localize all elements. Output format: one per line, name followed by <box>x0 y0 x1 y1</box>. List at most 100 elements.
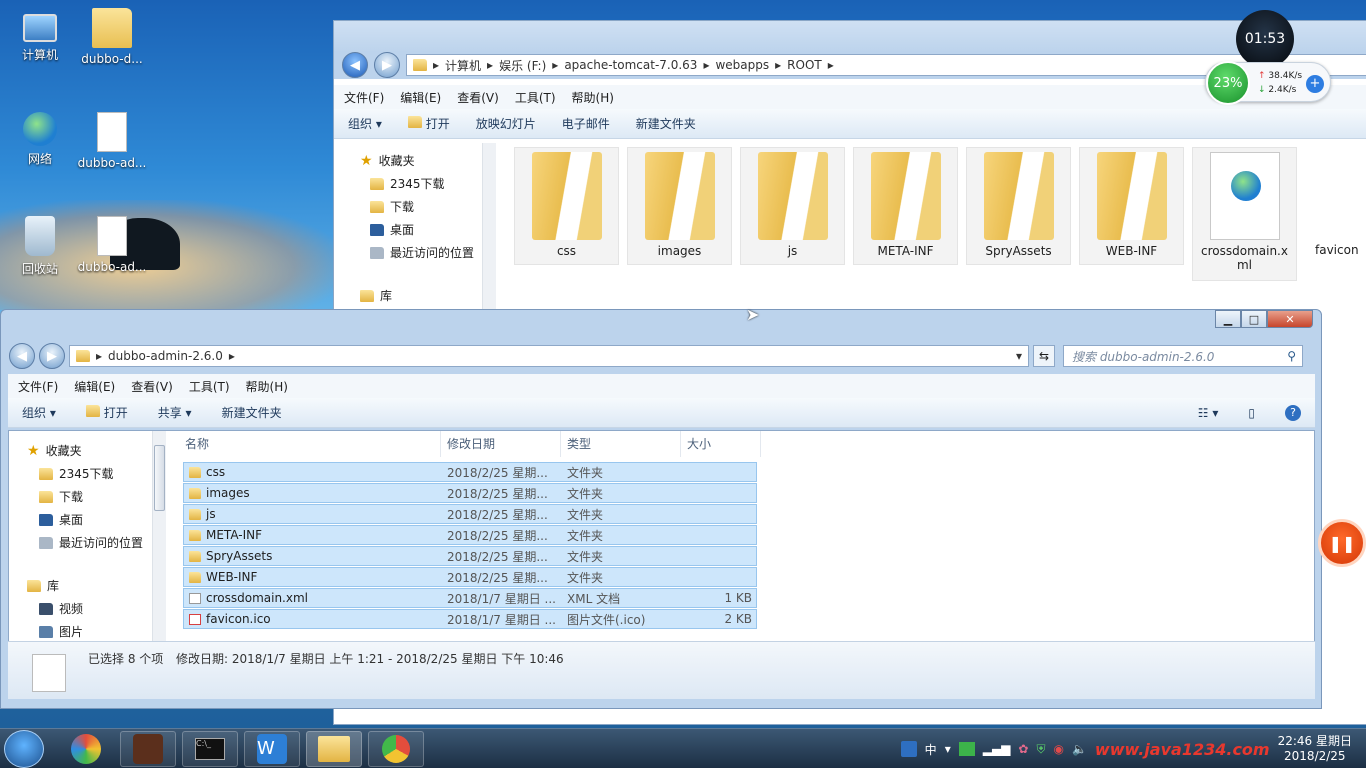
address-bar[interactable]: ▸ dubbo-admin-2.6.0 ▸ ▾ <box>69 345 1029 367</box>
signal-icon[interactable]: ▂▄▆ <box>983 742 1011 756</box>
menu-file[interactable]: 文件(F) <box>344 89 384 106</box>
organize-button[interactable]: 组织 ▾ <box>22 404 56 421</box>
new-folder-button[interactable]: 新建文件夹 <box>636 115 696 132</box>
desktop-icon-network[interactable]: 网络 <box>0 112 80 167</box>
file-row[interactable]: images 2018/2/25 星期... 文件夹 <box>183 483 757 503</box>
nav-recent[interactable]: 最近访问的位置 <box>27 531 155 554</box>
breadcrumb-item[interactable]: webapps <box>715 58 769 72</box>
menu-view[interactable]: 查看(V) <box>457 89 499 106</box>
tile-images[interactable]: images <box>627 147 732 265</box>
desktop-icon-archive[interactable]: dubbo-ad... <box>72 216 152 274</box>
refresh-icon[interactable]: ⇆ <box>1033 345 1055 367</box>
back-button[interactable]: ◀ <box>342 52 368 78</box>
preview-pane-icon[interactable]: ▯ <box>1248 406 1255 420</box>
file-row[interactable]: WEB-INF 2018/2/25 星期... 文件夹 <box>183 567 757 587</box>
taskbar-app-2345[interactable] <box>58 731 114 767</box>
desktop-icon-computer[interactable]: 计算机 <box>0 8 80 63</box>
search-input[interactable]: 搜索 dubbo-admin-2.6.0 ⚲ <box>1063 345 1303 367</box>
nav-downloads[interactable]: 下载 <box>27 485 155 508</box>
network-monitor-widget[interactable]: 23% ↑ 38.4K/s ↓ 2.4K/s + <box>1205 61 1331 105</box>
desktop-icon-file[interactable]: dubbo-ad... <box>72 112 152 170</box>
file-row[interactable]: css 2018/2/25 星期... 文件夹 <box>183 462 757 482</box>
start-button[interactable] <box>4 730 44 768</box>
taskbar-app-wps[interactable]: W <box>244 731 300 767</box>
help-icon[interactable]: ? <box>1285 404 1301 421</box>
column-header-size[interactable]: 大小 <box>681 431 761 457</box>
explorer-window-dubbo-admin[interactable]: ▁ □ ✕ ◀ ▶ ▸ dubbo-admin-2.6.0 ▸ ▾ ⇆ 搜索 d… <box>0 309 1322 709</box>
nav-libraries[interactable]: 库 <box>27 574 155 597</box>
nav-downloads[interactable]: 下载 <box>360 195 496 218</box>
column-header-name[interactable]: 名称 <box>179 431 441 457</box>
nav-videos[interactable]: 视频 <box>27 597 155 620</box>
taskbar-app-cmd[interactable]: C:\_ <box>182 731 238 767</box>
nav-recent[interactable]: 最近访问的位置 <box>360 241 496 264</box>
forward-button[interactable]: ▶ <box>374 52 400 78</box>
tile-crossdomain[interactable]: crossdomain.x ml <box>1192 147 1297 281</box>
tile-favicon[interactable]: favicon <box>1305 147 1365 265</box>
breadcrumb-item[interactable]: ROOT <box>787 58 822 72</box>
menu-tools[interactable]: 工具(T) <box>189 378 230 395</box>
file-row[interactable]: META-INF 2018/2/25 星期... 文件夹 <box>183 525 757 545</box>
tray-app-icon[interactable] <box>958 742 975 756</box>
menu-tools[interactable]: 工具(T) <box>515 89 556 106</box>
minimize-button[interactable]: ▁ <box>1215 310 1241 328</box>
email-button[interactable]: 电子邮件 <box>562 115 610 132</box>
view-options-icon[interactable]: ☷ ▾ <box>1198 406 1219 420</box>
nav-libraries[interactable]: 库 <box>360 284 496 307</box>
close-button[interactable]: ✕ <box>1267 310 1313 328</box>
pause-recording-button[interactable]: ❚❚ <box>1318 519 1366 567</box>
address-dropdown-icon[interactable]: ▾ <box>1016 349 1028 363</box>
file-row[interactable]: favicon.ico 2018/1/7 星期日 ... 图片文件(.ico) 2 K… <box>183 609 757 629</box>
nav-2345-download[interactable]: 2345下载 <box>27 462 155 485</box>
shield-icon[interactable]: ⛨ <box>1036 742 1045 757</box>
breadcrumb-item[interactable]: 计算机 <box>445 57 481 74</box>
scrollbar-thumb[interactable] <box>154 445 165 511</box>
nav-favorites[interactable]: ★ 收藏夹 <box>360 149 496 172</box>
open-button[interactable]: 打开 <box>85 404 128 421</box>
taskbar-app-chrome[interactable] <box>368 731 424 767</box>
menu-help[interactable]: 帮助(H) <box>246 378 288 395</box>
tile-web-inf[interactable]: WEB-INF <box>1079 147 1184 265</box>
back-button[interactable]: ◀ <box>9 343 35 369</box>
file-row[interactable]: SpryAssets 2018/2/25 星期... 文件夹 <box>183 546 757 566</box>
breadcrumb-item[interactable]: 娱乐 (F:) <box>499 57 546 74</box>
search-icon[interactable]: ⚲ <box>1287 349 1296 363</box>
tray-expand-icon[interactable]: ▾ <box>945 742 951 756</box>
input-method-icon[interactable] <box>900 741 917 757</box>
nav-desktop[interactable]: 桌面 <box>27 508 155 531</box>
volume-icon[interactable]: 🔈 <box>1072 742 1087 756</box>
nav-favorites[interactable]: ★ 收藏夹 <box>27 439 155 462</box>
nav-scrollbar[interactable] <box>152 431 166 649</box>
tray-antivirus-icon[interactable]: ◉ <box>1053 742 1063 756</box>
menu-edit[interactable]: 编辑(E) <box>74 378 115 395</box>
menu-view[interactable]: 查看(V) <box>131 378 173 395</box>
desktop-icon-folder[interactable]: dubbo-d... <box>72 8 152 66</box>
taskbar-app-explorer[interactable] <box>306 731 362 767</box>
clock[interactable]: 22:46 星期日 2018/2/25 <box>1278 734 1352 764</box>
ime-indicator[interactable]: 中 <box>925 741 937 758</box>
breadcrumb-item[interactable]: dubbo-admin-2.6.0 <box>108 349 223 363</box>
taskbar-app-java-ee-ide[interactable] <box>120 731 176 767</box>
menu-file[interactable]: 文件(F) <box>18 378 58 395</box>
nav-2345-download[interactable]: 2345下载 <box>360 172 496 195</box>
share-button[interactable]: 共享 ▾ <box>158 404 192 421</box>
tile-css[interactable]: css <box>514 147 619 265</box>
slideshow-button[interactable]: 放映幻灯片 <box>476 115 536 132</box>
tile-js[interactable]: js <box>740 147 845 265</box>
tile-spryassets[interactable]: SpryAssets <box>966 147 1071 265</box>
column-header-type[interactable]: 类型 <box>561 431 681 457</box>
plus-icon[interactable]: + <box>1306 75 1324 93</box>
column-header-date[interactable]: 修改日期 <box>441 431 561 457</box>
tray-flower-icon[interactable]: ✿ <box>1018 742 1028 756</box>
open-button[interactable]: 打开 <box>407 115 450 132</box>
organize-button[interactable]: 组织 ▾ <box>348 115 382 132</box>
breadcrumb-item[interactable]: apache-tomcat-7.0.63 <box>564 58 697 72</box>
nav-desktop[interactable]: 桌面 <box>360 218 496 241</box>
tile-meta-inf[interactable]: META-INF <box>853 147 958 265</box>
new-folder-button[interactable]: 新建文件夹 <box>222 404 282 421</box>
maximize-button[interactable]: □ <box>1241 310 1267 328</box>
forward-button[interactable]: ▶ <box>39 343 65 369</box>
desktop-icon-recycle-bin[interactable]: 回收站 <box>0 216 80 277</box>
file-row[interactable]: js 2018/2/25 星期... 文件夹 <box>183 504 757 524</box>
menu-edit[interactable]: 编辑(E) <box>400 89 441 106</box>
